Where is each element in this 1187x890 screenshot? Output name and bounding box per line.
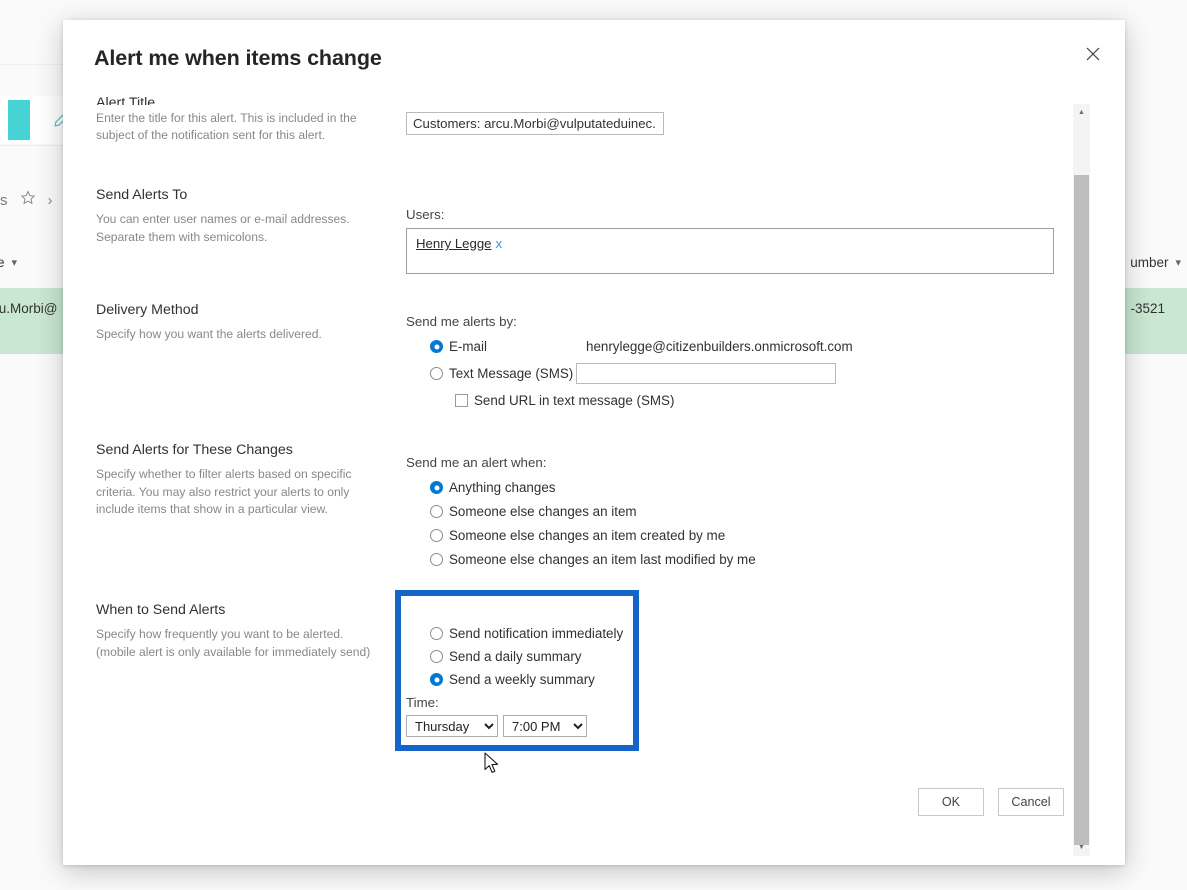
- option-sms[interactable]: Text Message (SMS): [430, 363, 1073, 384]
- checkbox-send-url-sms[interactable]: [455, 394, 468, 407]
- radio-changes-2[interactable]: [430, 529, 443, 542]
- radio-when-1[interactable]: [430, 650, 443, 663]
- send-alerts-to-label-col: Send Alerts To You can enter user names …: [96, 186, 386, 246]
- bg-cell-number: -3521: [1130, 301, 1165, 316]
- when-option-1-label: Send a daily summary: [449, 649, 582, 664]
- chevron-down-icon: ▾: [1175, 257, 1181, 269]
- changes-option-0[interactable]: Anything changes: [430, 480, 1073, 495]
- changes-option-0-label: Anything changes: [449, 480, 556, 495]
- alert-title-description: Enter the title for this alert. This is …: [96, 111, 357, 143]
- when-option-2-label: Send a weekly summary: [449, 672, 595, 687]
- bg-list-letter: s: [0, 191, 8, 209]
- dialog-form: Alert Title Enter the title for this ale…: [63, 96, 1073, 861]
- when-option-1[interactable]: Send a daily summary: [430, 649, 1073, 664]
- changes-description: Specify whether to filter alerts based o…: [96, 467, 352, 516]
- bg-column-header-left-label: le: [0, 255, 5, 270]
- close-icon: [1084, 45, 1102, 63]
- radio-when-0[interactable]: [430, 627, 443, 640]
- alert-title-label-col: Alert Title Enter the title for this ale…: [96, 96, 386, 144]
- option-sms-label: Text Message (SMS): [449, 366, 574, 381]
- chevron-down-icon: ▾: [11, 257, 18, 269]
- alert-title-control-col: [406, 112, 1073, 135]
- changes-option-2-label: Someone else changes an item created by …: [449, 528, 726, 543]
- email-address-value: henrylegge@citizenbuilders.onmicrosoft.c…: [586, 339, 853, 354]
- changes-control-col: Send me an alert when: Anything changes …: [406, 455, 1073, 573]
- dialog-scroll-area[interactable]: Alert Title Enter the title for this ale…: [63, 96, 1125, 861]
- option-send-url-sms-label: Send URL in text message (SMS): [474, 393, 675, 408]
- radio-sms[interactable]: [430, 367, 443, 380]
- cancel-button[interactable]: Cancel: [998, 788, 1064, 816]
- radio-changes-1[interactable]: [430, 505, 443, 518]
- delivery-method-control-col: Send me alerts by: E-mail henrylegge@cit…: [406, 314, 1073, 414]
- option-email[interactable]: E-mail henrylegge@citizenbuilders.onmicr…: [430, 339, 1073, 354]
- when-to-send-label: When to Send Alerts: [96, 602, 226, 618]
- option-email-label: E-mail: [449, 339, 487, 354]
- changes-option-2[interactable]: Someone else changes an item created by …: [430, 528, 1073, 543]
- delivery-method-description: Specify how you want the alerts delivere…: [96, 327, 322, 342]
- radio-when-2[interactable]: [430, 673, 443, 686]
- scroll-down-icon[interactable]: ▼: [1073, 839, 1090, 856]
- send-alerts-to-label: Send Alerts To: [96, 187, 188, 203]
- delivery-method-label: Delivery Method: [96, 302, 199, 318]
- users-label: Users:: [406, 207, 445, 222]
- sms-number-input[interactable]: [576, 363, 837, 384]
- dialog-footer: OK Cancel: [918, 788, 1064, 816]
- alert-title-input[interactable]: [406, 112, 664, 135]
- changes-option-list: Anything changes Someone else changes an…: [430, 480, 1073, 567]
- changes-option-3-label: Someone else changes an item last modifi…: [449, 552, 756, 567]
- when-to-send-option-list: Send notification immediately Send a dai…: [430, 626, 1073, 687]
- time-select[interactable]: 7:00 PM: [503, 715, 587, 737]
- changes-label: Send Alerts for These Changes: [96, 442, 293, 458]
- chevron-right-icon[interactable]: ›: [48, 192, 53, 209]
- radio-changes-3[interactable]: [430, 553, 443, 566]
- scroll-up-icon[interactable]: ▲: [1073, 104, 1090, 121]
- bg-column-header-right[interactable]: umber ▾: [1130, 255, 1181, 270]
- changes-heading: Send me an alert when:: [406, 455, 547, 470]
- when-option-2[interactable]: Send a weekly summary: [430, 672, 1073, 687]
- when-to-send-description: Specify how frequently you want to be al…: [96, 627, 371, 659]
- dialog-title: Alert me when items change: [94, 46, 382, 70]
- when-option-0-label: Send notification immediately: [449, 626, 624, 641]
- changes-option-1-label: Someone else changes an item: [449, 504, 637, 519]
- alert-dialog: Alert me when items change Alert Title E…: [63, 20, 1125, 865]
- delivery-method-label-col: Delivery Method Specify how you want the…: [96, 301, 386, 344]
- user-chip-name[interactable]: Henry Legge: [416, 236, 492, 251]
- delivery-method-heading: Send me alerts by:: [406, 314, 517, 329]
- send-alerts-to-description: You can enter user names or e-mail addre…: [96, 212, 350, 244]
- bg-cell-email: cu.Morbi@: [0, 301, 58, 316]
- changes-label-col: Send Alerts for These Changes Specify wh…: [96, 441, 386, 518]
- changes-option-3[interactable]: Someone else changes an item last modifi…: [430, 552, 1073, 567]
- time-selectors: Thursday 7:00 PM: [406, 715, 1073, 737]
- users-input[interactable]: Henry Legge x: [406, 228, 1054, 274]
- changes-option-1[interactable]: Someone else changes an item: [430, 504, 1073, 519]
- bg-column-header-left[interactable]: le ▾: [0, 255, 17, 270]
- bg-accent-block: [8, 100, 30, 140]
- alert-title-label: Alert Title: [96, 96, 156, 105]
- star-icon[interactable]: [20, 190, 36, 210]
- bg-column-header-right-label: umber: [1130, 255, 1169, 270]
- dialog-scrollbar[interactable]: ▲ ▼: [1073, 104, 1090, 856]
- day-select[interactable]: Thursday: [406, 715, 498, 737]
- ok-button[interactable]: OK: [918, 788, 984, 816]
- close-button[interactable]: [1071, 32, 1115, 76]
- remove-user-chip-button[interactable]: x: [496, 236, 503, 251]
- radio-changes-0[interactable]: [430, 481, 443, 494]
- radio-email[interactable]: [430, 340, 443, 353]
- when-to-send-control-col: Send notification immediately Send a dai…: [406, 626, 1073, 737]
- when-to-send-label-col: When to Send Alerts Specify how frequent…: [96, 601, 386, 661]
- send-alerts-to-control-col: Users: Henry Legge x: [406, 207, 1073, 274]
- scrollbar-thumb[interactable]: [1074, 175, 1089, 845]
- option-send-url-sms[interactable]: Send URL in text message (SMS): [455, 393, 1073, 408]
- time-label: Time:: [406, 695, 439, 710]
- when-option-0[interactable]: Send notification immediately: [430, 626, 1073, 641]
